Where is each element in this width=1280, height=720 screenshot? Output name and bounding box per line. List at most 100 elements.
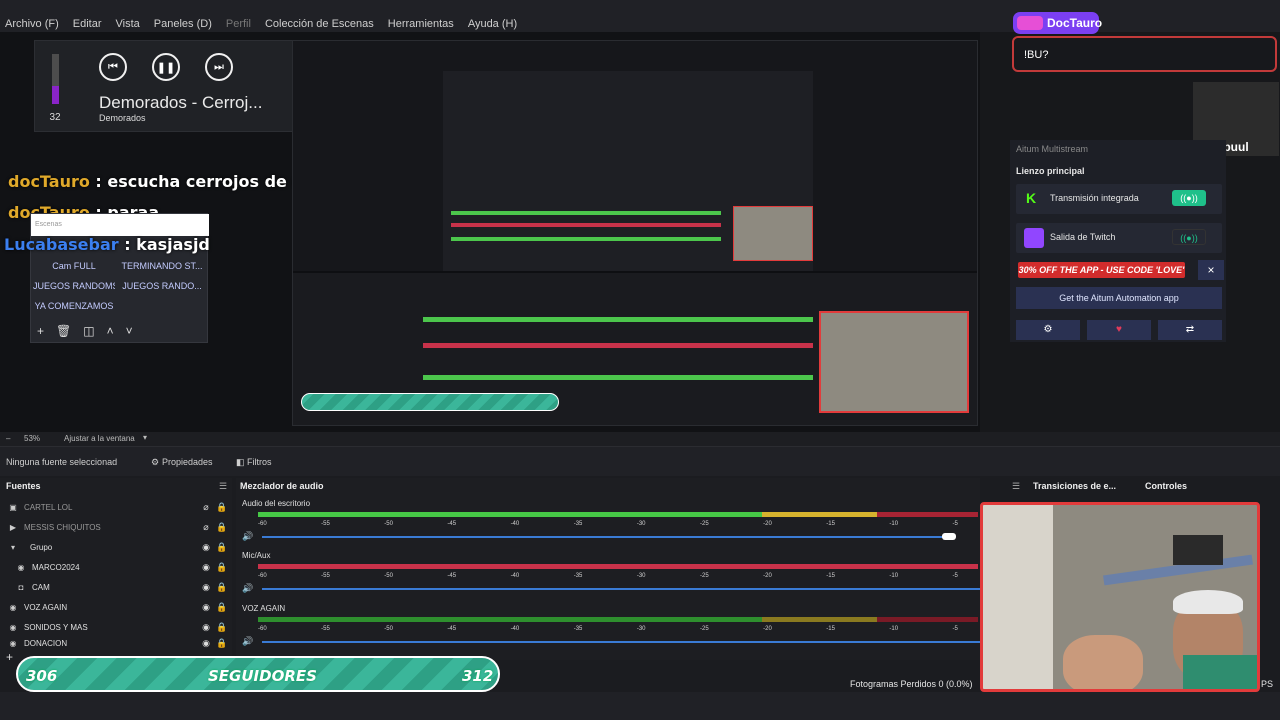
eye-icon[interactable]: ◉ (198, 582, 214, 593)
slider-handle[interactable] (942, 533, 956, 540)
chat-user: docTauro (8, 172, 90, 191)
hidden-icon[interactable]: ⌀ (198, 522, 214, 533)
source-type-icon: ◉ (17, 562, 25, 572)
tick: -25 (699, 626, 709, 632)
output-toggle[interactable]: ((●)) (1172, 229, 1206, 245)
love-button[interactable]: ♥ (1087, 320, 1151, 340)
output-label: Salida de Twitch (1050, 232, 1116, 242)
tick: -10 (889, 521, 899, 527)
settings-button[interactable]: ⚙ (1016, 320, 1080, 340)
source-item[interactable]: ◉ VOZ AGAIN ◉ 🔒 (8, 597, 230, 617)
lock-icon[interactable]: 🔒 (214, 602, 230, 613)
source-type-icon: ◉ (9, 602, 17, 612)
source-name: VOZ AGAIN (24, 602, 68, 612)
close-promo-button[interactable]: × (1198, 260, 1224, 280)
eye-icon[interactable]: ◉ (198, 562, 214, 573)
output-label: Transmisión integrada (1050, 193, 1139, 203)
mixer-track: Audio del escritorio -60 -55 -50 -45 -40 -35-… (242, 499, 980, 551)
volume-slider[interactable] (262, 536, 952, 538)
scene-item[interactable]: JUEGOS RANDOMS (33, 278, 115, 294)
speaker-icon[interactable]: 🔊 (242, 636, 253, 647)
scene-item[interactable]: JUEGOS RANDO... (121, 278, 203, 294)
aitum-output-row: K Transmisión integrada ((●)) (1016, 184, 1222, 214)
lock-icon[interactable]: 🔒 (214, 582, 230, 593)
speaker-icon[interactable]: 🔊 (242, 531, 253, 542)
alert-message: !BU? (1012, 36, 1277, 72)
prev-track-button[interactable]: ⏮ (99, 53, 127, 81)
lock-icon[interactable]: 🔒 (214, 542, 230, 553)
menu-help[interactable]: Ayuda (H) (468, 17, 517, 31)
chevron-up-icon[interactable]: ˄ (107, 324, 114, 338)
source-item[interactable]: ▾ Grupo ◉ 🔒 (8, 537, 230, 557)
menu-view[interactable]: Vista (116, 17, 140, 31)
volume-slider[interactable] (262, 641, 980, 643)
lock-icon[interactable]: 🔒 (214, 502, 230, 513)
share-button[interactable]: ⇄ (1158, 320, 1222, 340)
menu-docks[interactable]: Paneles (D) (154, 17, 212, 31)
source-item[interactable]: ▣ CARTEL LOL ⌀ 🔒 (8, 497, 230, 517)
scene-item[interactable]: TERMINANDO ST... (121, 258, 203, 274)
chevron-down-icon[interactable]: ▾ (143, 433, 147, 442)
source-type-icon: ◉ (9, 622, 17, 632)
source-item[interactable]: ▶ MESSIS CHIQUITOS ⌀ 🔒 (8, 517, 230, 537)
tick: -30 (636, 521, 646, 527)
tick: -40 (510, 521, 520, 527)
no-source-label: Ninguna fuente seleccionad (6, 457, 118, 467)
filter-icon[interactable]: ◫ (83, 324, 94, 338)
hidden-icon[interactable]: ⌀ (198, 502, 214, 513)
menu-file[interactable]: Archivo (F) (5, 17, 59, 31)
source-name: Grupo (30, 542, 53, 552)
tick: -10 (889, 626, 899, 632)
zoom-level: 53% (24, 434, 41, 443)
source-type-icon: ▶ (9, 522, 17, 532)
speaker-icon[interactable]: 🔊 (242, 583, 253, 594)
source-name: SONIDOS Y MAS (24, 622, 88, 632)
status-bar: Fotogramas Perdidos 0 (0.0%) PS (0, 679, 1280, 720)
zoom-fit[interactable]: Ajustar a la ventana (64, 434, 135, 443)
source-item[interactable]: ◉ SONIDOS Y MAS ◉ 🔒 (8, 617, 230, 637)
menu-tools[interactable]: Herramientas (388, 17, 454, 31)
scene-item[interactable]: YA COMENZAMOS (33, 298, 115, 314)
tick: -25 (699, 521, 709, 527)
chevron-down-icon[interactable]: ˅ (126, 324, 133, 338)
volume-fill (52, 86, 59, 104)
properties-button[interactable]: Propiedades (162, 457, 213, 467)
lock-icon[interactable]: 🔒 (214, 622, 230, 633)
output-toggle[interactable]: ((●)) (1172, 190, 1206, 206)
menu-profile[interactable]: Perfil (226, 17, 251, 31)
eye-icon[interactable]: ◉ (198, 622, 214, 633)
trash-icon[interactable]: 🗑 (56, 324, 71, 338)
mixer-track: VOZ AGAIN -60 -55 -50 -45 -40 -35 -30 -25 -20 -15… (242, 604, 980, 656)
volume-slider[interactable] (262, 588, 980, 590)
menu-edit[interactable]: Editar (73, 17, 102, 31)
track-name: Audio del escritorio (242, 499, 311, 508)
menu-scene-collection[interactable]: Colección de Escenas (265, 17, 374, 31)
tick: -50 (384, 521, 393, 527)
tick: -15 (826, 521, 835, 527)
tick: -40 (510, 626, 520, 632)
preview-recursive-image (292, 40, 978, 426)
chat-line: Lucabasebar : kasjasjd (4, 235, 210, 254)
prev-icon: ⏮ (108, 60, 118, 73)
dock-menu-icon[interactable]: ☰ (1012, 481, 1020, 492)
pause-button[interactable]: ❚❚ (152, 53, 180, 81)
source-item[interactable]: ◉ MARCO2024 ◉ 🔒 (16, 557, 230, 577)
scene-item[interactable]: Cam FULL (33, 258, 115, 274)
get-app-button[interactable]: Get the Aitum Automation app (1016, 287, 1222, 309)
lock-icon[interactable]: 🔒 (214, 522, 230, 533)
eye-icon[interactable]: ◉ (198, 638, 214, 649)
eye-icon[interactable]: ◉ (198, 542, 214, 553)
source-item[interactable]: ◘ CAM ◉ 🔒 (16, 577, 230, 597)
add-icon[interactable]: + (6, 650, 13, 664)
filters-button[interactable]: Filtros (247, 457, 272, 467)
dock-menu-icon[interactable]: ☰ (219, 481, 227, 492)
promo-banner[interactable]: 30% OFF THE APP - USE CODE 'LOVE' (1018, 262, 1185, 278)
db-scale: -60 -55 -50 -45 -40 -35 -30 -25 -20 -15 -10 -5 (258, 521, 958, 527)
lock-icon[interactable]: 🔒 (214, 638, 230, 649)
lock-icon[interactable]: 🔒 (214, 562, 230, 573)
minus-icon[interactable]: – (6, 434, 10, 443)
source-item[interactable]: ◉ DONACION ◉ 🔒 (8, 637, 230, 649)
add-icon[interactable]: + (37, 324, 44, 338)
next-track-button[interactable]: ⏭ (205, 53, 233, 81)
eye-icon[interactable]: ◉ (198, 602, 214, 613)
